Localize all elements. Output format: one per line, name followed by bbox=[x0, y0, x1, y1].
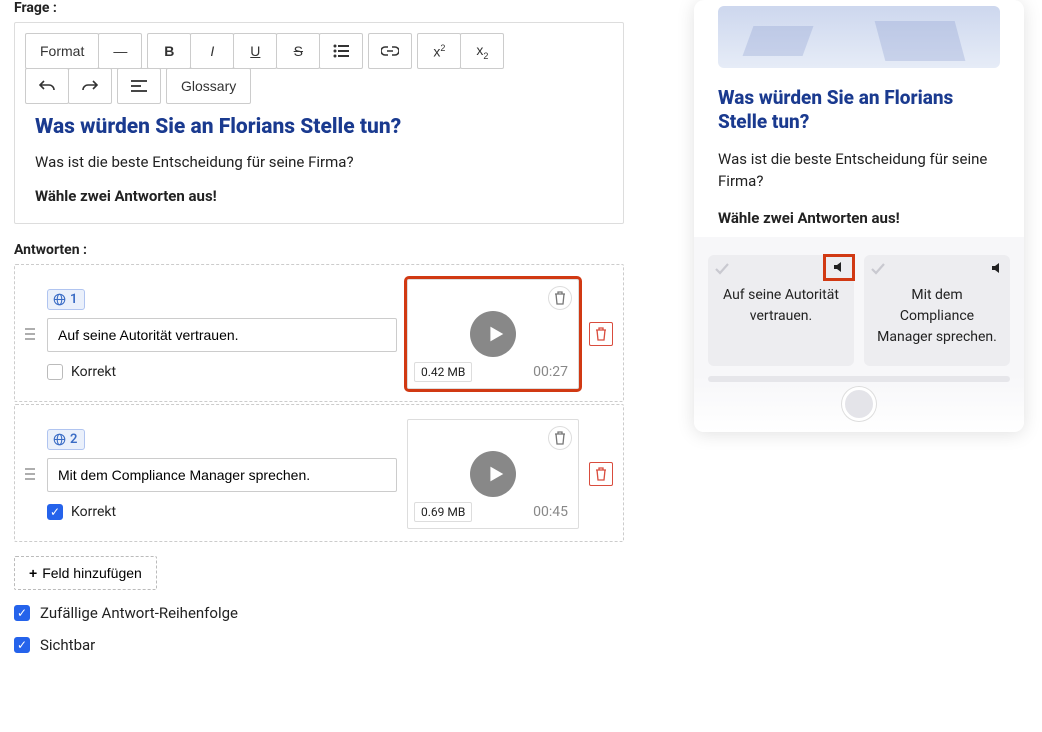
answer-block: 2 ✓ Korrekt 0.69 MB 00:4 bbox=[14, 404, 624, 542]
drag-icon bbox=[25, 327, 35, 341]
language-badge[interactable]: 2 bbox=[47, 429, 85, 450]
delete-media-button[interactable] bbox=[548, 426, 572, 450]
add-field-label: Feld hinzufügen bbox=[42, 565, 142, 581]
visible-checkbox[interactable]: ✓ bbox=[14, 637, 30, 653]
delete-answer-button[interactable] bbox=[589, 462, 613, 486]
preview-answers: Auf seine Autorität vertrauen. Mit dem C… bbox=[694, 237, 1024, 376]
subscript-icon: x2 bbox=[476, 42, 488, 61]
progress-orb[interactable] bbox=[842, 387, 876, 421]
play-icon bbox=[484, 323, 506, 345]
minus-icon: — bbox=[113, 43, 127, 59]
preview-answer-option[interactable]: Auf seine Autorität vertrauen. bbox=[708, 255, 854, 366]
audio-preview[interactable]: 0.69 MB 00:45 bbox=[407, 419, 579, 529]
undo-icon bbox=[39, 80, 55, 92]
preview-instruction: Wähle zwei Antworten aus! bbox=[718, 209, 1000, 227]
answers-label: Antworten : bbox=[14, 242, 624, 258]
globe-icon bbox=[53, 293, 66, 306]
trash-icon bbox=[554, 291, 566, 305]
strike-icon: S bbox=[294, 43, 303, 59]
question-title: Was würden Sie an Florians Stelle tun? bbox=[35, 115, 603, 139]
editor-toolbar: Format — B I U S x2 x2 bbox=[25, 33, 613, 103]
trash-icon bbox=[595, 327, 607, 341]
question-text: Was ist die beste Entscheidung für seine… bbox=[35, 153, 603, 171]
italic-icon: I bbox=[210, 43, 214, 59]
strike-button[interactable]: S bbox=[276, 33, 320, 69]
delete-answer-button[interactable] bbox=[589, 322, 613, 346]
list-button[interactable] bbox=[319, 33, 363, 69]
add-field-button[interactable]: + Feld hinzufügen bbox=[14, 556, 157, 590]
globe-icon bbox=[53, 433, 66, 446]
media-duration: 00:27 bbox=[533, 364, 568, 380]
trash-icon bbox=[595, 467, 607, 481]
correct-label: Korrekt bbox=[71, 364, 116, 380]
plus-icon: + bbox=[29, 565, 37, 581]
answer-text-input[interactable] bbox=[47, 458, 397, 492]
subscript-button[interactable]: x2 bbox=[460, 33, 504, 69]
link-button[interactable] bbox=[368, 33, 412, 69]
list-icon bbox=[333, 44, 349, 58]
check-icon bbox=[870, 261, 886, 277]
align-icon bbox=[131, 80, 147, 92]
play-button[interactable] bbox=[470, 311, 516, 357]
question-label: Frage : bbox=[14, 0, 624, 16]
sound-icon[interactable] bbox=[826, 257, 852, 278]
answer-text-input[interactable] bbox=[47, 318, 397, 352]
drag-icon bbox=[25, 467, 35, 481]
redo-icon bbox=[82, 80, 98, 92]
underline-icon: U bbox=[250, 43, 260, 59]
bold-button[interactable]: B bbox=[147, 33, 191, 69]
bold-icon: B bbox=[164, 43, 174, 59]
drag-handle[interactable] bbox=[25, 467, 39, 481]
question-instruction: Wähle zwei Antworten aus! bbox=[35, 187, 603, 205]
play-button[interactable] bbox=[470, 451, 516, 497]
media-size: 0.69 MB bbox=[414, 502, 472, 522]
hr-button[interactable]: — bbox=[98, 33, 142, 69]
preview-card: Was würden Sie an Florians Stelle tun? W… bbox=[694, 0, 1024, 432]
random-order-checkbox[interactable]: ✓ bbox=[14, 605, 30, 621]
correct-label: Korrekt bbox=[71, 504, 116, 520]
visible-label: Sichtbar bbox=[40, 636, 95, 654]
drag-handle[interactable] bbox=[25, 327, 39, 341]
preview-answer-text: Auf seine Autorität vertrauen. bbox=[723, 287, 839, 324]
preview-answer-text: Mit dem Compliance Manager sprechen. bbox=[877, 287, 997, 345]
random-order-label: Zufällige Antwort-Reihenfolge bbox=[40, 604, 238, 622]
redo-button[interactable] bbox=[68, 68, 112, 104]
link-icon bbox=[381, 46, 399, 56]
preview-answer-option[interactable]: Mit dem Compliance Manager sprechen. bbox=[864, 255, 1010, 366]
check-icon bbox=[714, 261, 730, 277]
superscript-icon: x2 bbox=[433, 43, 445, 60]
format-button[interactable]: Format bbox=[25, 33, 99, 69]
preview-title: Was würden Sie an Florians Stelle tun? bbox=[718, 86, 1000, 134]
preview-text: Was ist die beste Entscheidung für seine… bbox=[718, 148, 1000, 193]
language-num: 2 bbox=[70, 432, 77, 447]
media-size: 0.42 MB bbox=[414, 362, 472, 382]
undo-button[interactable] bbox=[25, 68, 69, 104]
superscript-button[interactable]: x2 bbox=[417, 33, 461, 69]
play-icon bbox=[484, 463, 506, 485]
delete-media-button[interactable] bbox=[548, 286, 572, 310]
trash-icon bbox=[554, 431, 566, 445]
correct-checkbox[interactable] bbox=[47, 364, 63, 380]
audio-preview[interactable]: 0.42 MB 00:27 bbox=[407, 279, 579, 389]
media-duration: 00:45 bbox=[533, 504, 568, 520]
sound-icon[interactable] bbox=[990, 261, 1004, 275]
answer-block: 1 Korrekt 0.42 MB 00:27 bbox=[14, 264, 624, 402]
language-num: 1 bbox=[70, 292, 77, 307]
preview-progress bbox=[694, 376, 1024, 432]
underline-button[interactable]: U bbox=[233, 33, 277, 69]
correct-checkbox[interactable]: ✓ bbox=[47, 504, 63, 520]
align-button[interactable] bbox=[117, 68, 161, 104]
language-badge[interactable]: 1 bbox=[47, 289, 85, 310]
rich-text-editor: Format — B I U S x2 x2 bbox=[14, 22, 624, 224]
preview-banner bbox=[718, 6, 1000, 68]
glossary-button[interactable]: Glossary bbox=[166, 68, 251, 104]
editor-content[interactable]: Was würden Sie an Florians Stelle tun? W… bbox=[25, 103, 613, 205]
italic-button[interactable]: I bbox=[190, 33, 234, 69]
